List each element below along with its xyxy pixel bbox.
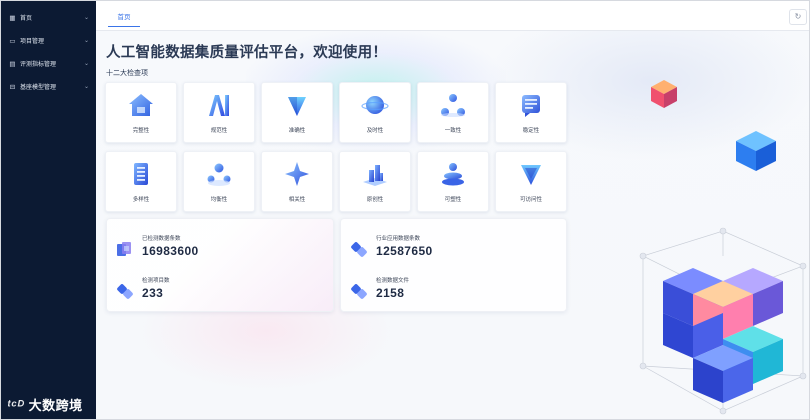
refresh-icon: ↻ bbox=[794, 12, 802, 21]
stat-detected-records: 已检测数据条数 16983600 bbox=[115, 234, 315, 264]
check-card-stability[interactable]: 稳定性 bbox=[495, 82, 567, 143]
cube-cluster-illustration bbox=[639, 227, 807, 415]
document-icon bbox=[522, 95, 540, 117]
sidebar-item-label: 评测指标管理 bbox=[20, 62, 57, 68]
stat-value: 2158 bbox=[376, 286, 405, 300]
link-icon bbox=[351, 242, 367, 257]
sidebar-item-label: 基座模型管理 bbox=[20, 85, 57, 91]
check-card-accessibility[interactable]: 可访问性 bbox=[495, 151, 567, 212]
balance-icon bbox=[207, 163, 231, 186]
grid-icon: ▦ bbox=[9, 14, 16, 22]
check-label: 可访问性 bbox=[519, 197, 542, 203]
check-card-plasticity[interactable]: 可塑性 bbox=[417, 151, 489, 212]
logo-mark-icon: ᵗᶜᴰ bbox=[7, 396, 25, 413]
check-label: 准确性 bbox=[288, 128, 306, 134]
stat-label: 行业应用数据条数 bbox=[376, 236, 421, 242]
main-content: 首页 ↻ 人工智能数据集质量评估平台，欢迎使用！ 十二大检查项 完整性 规范性 … bbox=[96, 1, 809, 419]
house-icon bbox=[129, 94, 153, 116]
chevron-down-icon: ⌄ bbox=[83, 38, 89, 44]
check-items-grid: 完整性 规范性 准确性 及时性 一致性 稳定性 多样性 均衡性 相关性 原创性 … bbox=[105, 82, 571, 212]
nodes-icon bbox=[441, 94, 465, 117]
star-icon bbox=[285, 162, 309, 186]
stat-value: 12587650 bbox=[376, 244, 433, 258]
gem-icon bbox=[288, 97, 306, 116]
stat-project-count: 检测项目数 233 bbox=[115, 276, 315, 306]
app-window: ▦ 首页 ⌄ ▭ 项目管理 ⌄ ▤ 评测指标管理 ⌄ ⊟ 基座模型管理 ⌄ ᵗᶜ… bbox=[0, 0, 810, 420]
globe-icon bbox=[361, 96, 389, 114]
stat-industry-records: 行业应用数据条数 12587650 bbox=[349, 234, 549, 264]
stat-label: 检测项目数 bbox=[142, 278, 170, 284]
sidebar-item-label: 项目管理 bbox=[20, 39, 45, 45]
funnel-icon bbox=[521, 165, 541, 185]
database-icon: ⊟ bbox=[9, 83, 16, 91]
check-card-completeness[interactable]: 完整性 bbox=[105, 82, 177, 143]
logo-text: 大数跨境 bbox=[28, 398, 83, 413]
blue-cube-decoration bbox=[736, 131, 776, 171]
tab-home[interactable]: 首页 bbox=[108, 10, 140, 27]
check-card-originality[interactable]: 原创性 bbox=[339, 151, 411, 212]
folder-icon: ▭ bbox=[9, 37, 16, 45]
sidebar-item-project-management[interactable]: ▭ 项目管理 ⌄ bbox=[1, 29, 96, 52]
sidebar-item-metric-management[interactable]: ▤ 评测指标管理 ⌄ bbox=[1, 52, 96, 75]
check-card-timeliness[interactable]: 及时性 bbox=[339, 82, 411, 143]
clipboard-icon: ▤ bbox=[9, 60, 16, 68]
brand-logo: ᵗᶜᴰ 大数跨境 bbox=[7, 395, 83, 414]
check-label: 可塑性 bbox=[444, 197, 462, 203]
link-icon bbox=[117, 284, 133, 299]
section-title: 十二大检查项 bbox=[106, 70, 148, 77]
stats-panel-right: 行业应用数据条数 12587650 检测数据文件 2158 bbox=[340, 218, 567, 312]
link-icon bbox=[351, 284, 367, 299]
sidebar: ▦ 首页 ⌄ ▭ 项目管理 ⌄ ▤ 评测指标管理 ⌄ ⊟ 基座模型管理 ⌄ ᵗᶜ… bbox=[1, 1, 96, 419]
stat-label: 检测数据文件 bbox=[376, 278, 410, 284]
check-card-balance[interactable]: 均衡性 bbox=[183, 151, 255, 212]
check-label: 一致性 bbox=[444, 128, 462, 134]
stat-value: 16983600 bbox=[142, 244, 199, 258]
check-card-accuracy[interactable]: 准确性 bbox=[261, 82, 333, 143]
stat-detected-files: 检测数据文件 2158 bbox=[349, 276, 549, 306]
check-label: 均衡性 bbox=[210, 197, 228, 203]
sidebar-item-base-model-management[interactable]: ⊟ 基座模型管理 ⌄ bbox=[1, 75, 96, 98]
check-card-normativity[interactable]: 规范性 bbox=[183, 82, 255, 143]
check-label: 稳定性 bbox=[522, 128, 540, 134]
sidebar-item-home[interactable]: ▦ 首页 ⌄ bbox=[1, 6, 96, 29]
sidebar-item-label: 首页 bbox=[20, 16, 33, 22]
cube-stack-icon bbox=[117, 242, 131, 256]
check-label: 相关性 bbox=[288, 197, 306, 203]
chevron-down-icon: ⌄ bbox=[83, 61, 89, 67]
page-title: 人工智能数据集质量评估平台，欢迎使用！ bbox=[106, 45, 388, 61]
small-cube-decoration bbox=[651, 80, 677, 108]
check-card-relevance[interactable]: 相关性 bbox=[261, 151, 333, 212]
chevron-down-icon: ⌄ bbox=[83, 15, 89, 21]
layers-icon bbox=[442, 163, 464, 186]
list-icon bbox=[134, 163, 148, 185]
chevron-down-icon: ⌄ bbox=[83, 84, 89, 90]
refresh-button[interactable]: ↻ bbox=[789, 9, 807, 25]
ai-letters-icon bbox=[209, 95, 229, 116]
tab-bar: 首页 ↻ bbox=[96, 1, 809, 31]
stats-panel-left: 已检测数据条数 16983600 检测项目数 233 bbox=[106, 218, 334, 312]
check-label: 完整性 bbox=[132, 128, 150, 134]
check-label: 及时性 bbox=[366, 128, 384, 134]
city-icon bbox=[363, 165, 387, 186]
check-card-diversity[interactable]: 多样性 bbox=[105, 151, 177, 212]
check-label: 原创性 bbox=[366, 197, 384, 203]
check-label: 多样性 bbox=[132, 197, 150, 203]
stat-value: 233 bbox=[142, 286, 164, 300]
stat-label: 已检测数据条数 bbox=[142, 236, 181, 242]
check-label: 规范性 bbox=[210, 128, 228, 134]
check-card-consistency[interactable]: 一致性 bbox=[417, 82, 489, 143]
